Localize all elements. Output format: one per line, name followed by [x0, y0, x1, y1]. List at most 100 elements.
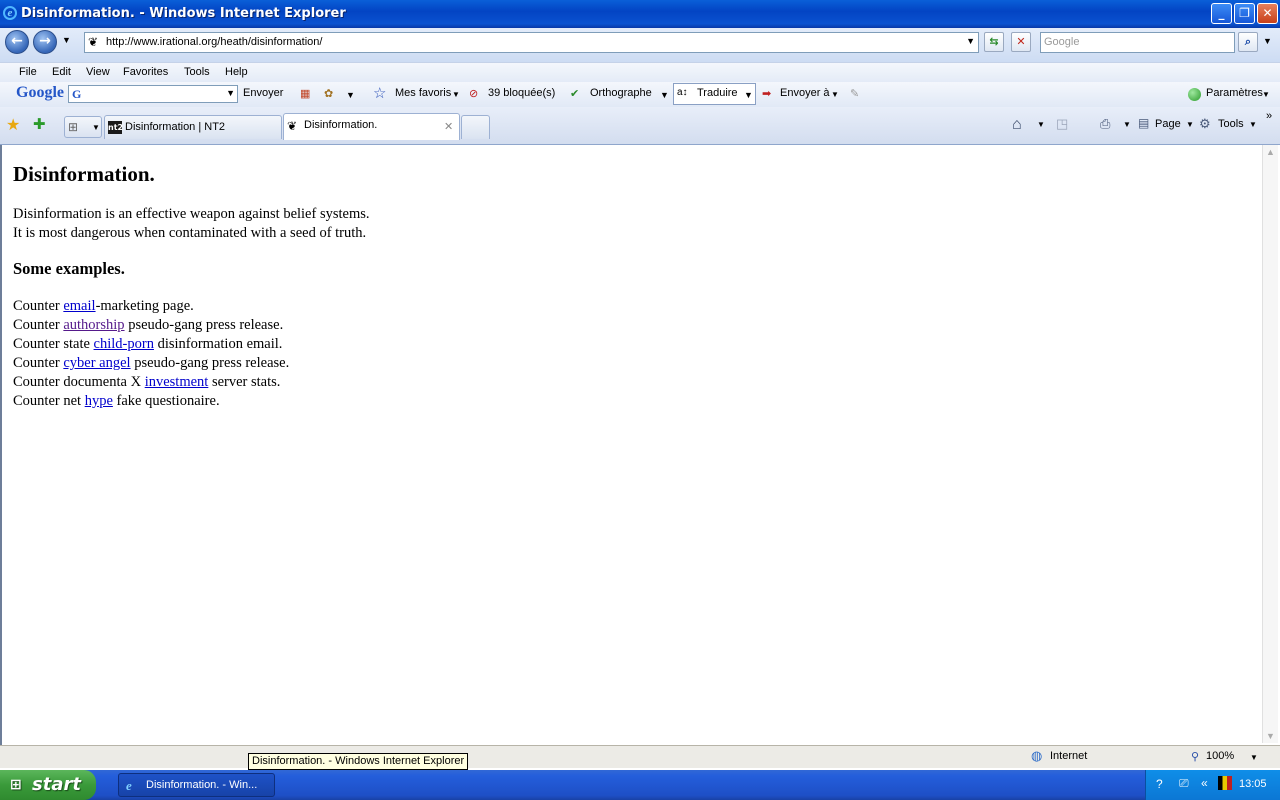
- clock[interactable]: 13:05: [1239, 778, 1267, 790]
- page-viewport: Disinformation. Disinformation is an eff…: [0, 145, 1280, 745]
- tab-disinformation[interactable]: ❦ Disinformation. ✕: [283, 113, 460, 140]
- page-title: Disinformation.: [13, 162, 155, 186]
- highlighter-icon[interactable]: ✎: [850, 87, 859, 100]
- irational-favicon-icon: ❦: [287, 119, 298, 133]
- window-title: Disinformation. - Windows Internet Explo…: [21, 6, 346, 21]
- tools-menu-button[interactable]: Tools: [1218, 118, 1244, 130]
- translate-icon: a↕: [677, 87, 688, 98]
- zoom-icon: ⚲: [1191, 751, 1200, 763]
- example-row: Counter cyber angel pseudo-gang press re…: [13, 354, 370, 373]
- refresh-button[interactable]: ⇆: [984, 32, 1004, 52]
- spellcheck-button[interactable]: Orthographe: [590, 87, 652, 99]
- tab-list-dropdown-icon[interactable]: ▼: [92, 123, 100, 132]
- link-child-porn[interactable]: child-porn: [94, 336, 154, 352]
- send-to-dropdown-icon[interactable]: ▼: [831, 90, 839, 99]
- taskbar-item-ie[interactable]: e Disinformation. - Win...: [118, 773, 275, 797]
- recent-pages-dropdown-icon[interactable]: ▼: [62, 35, 71, 45]
- scroll-down-icon[interactable]: ▼: [1266, 731, 1275, 741]
- menu-favorites[interactable]: Favorites: [123, 66, 168, 78]
- menu-view[interactable]: View: [86, 66, 110, 78]
- google-logo: Google: [16, 84, 64, 101]
- close-tab-icon[interactable]: ✕: [444, 120, 453, 133]
- start-button[interactable]: ⊞ start: [0, 770, 96, 800]
- quick-tabs-icon: ⊞: [68, 120, 79, 134]
- menu-tools[interactable]: Tools: [184, 66, 210, 78]
- link-hype[interactable]: hype: [85, 393, 113, 409]
- menu-bar: File Edit View Favorites Tools Help: [0, 62, 1280, 82]
- language-flag-icon[interactable]: [1218, 776, 1232, 790]
- link-email[interactable]: email: [63, 298, 95, 314]
- close-button[interactable]: ✕: [1257, 3, 1278, 24]
- home-dropdown-icon[interactable]: ▼: [1037, 120, 1045, 129]
- popup-icon[interactable]: ✿: [324, 87, 333, 100]
- search-button[interactable]: ⌕: [1238, 32, 1258, 52]
- menu-edit[interactable]: Edit: [52, 66, 71, 78]
- favorites-center-icon[interactable]: ★: [6, 115, 20, 135]
- back-arrow-tray-icon[interactable]: «: [1201, 776, 1208, 790]
- home-icon[interactable]: ⌂: [1012, 116, 1022, 134]
- page-icon: ▤: [1138, 116, 1150, 130]
- tab-label: Disinformation.: [304, 119, 378, 131]
- quick-tabs-button[interactable]: ⊞ ▼: [64, 116, 102, 138]
- news-icon[interactable]: ▦: [300, 87, 310, 100]
- link-cyber-angel[interactable]: cyber angel: [63, 355, 130, 371]
- link-investment[interactable]: investment: [145, 374, 209, 390]
- scroll-up-icon[interactable]: ▲: [1266, 147, 1275, 157]
- tools-dropdown-icon[interactable]: ▼: [1249, 120, 1257, 129]
- add-favorite-icon[interactable]: ✚: [33, 115, 46, 133]
- google-dropdown-icon[interactable]: ▼: [226, 88, 235, 98]
- menu-file[interactable]: File: [19, 66, 37, 78]
- popup-blocked-count[interactable]: 39 bloquée(s): [488, 87, 555, 99]
- address-dropdown-icon[interactable]: ▼: [966, 36, 975, 46]
- popup-dropdown-icon[interactable]: ▼: [346, 90, 355, 100]
- rss-feed-icon[interactable]: ◳: [1056, 116, 1068, 132]
- zoom-level[interactable]: 100%: [1206, 750, 1234, 762]
- example-text: disinformation email.: [153, 336, 283, 352]
- favorites-button[interactable]: Mes favoris: [395, 87, 451, 99]
- print-dropdown-icon[interactable]: ▼: [1123, 120, 1131, 129]
- restore-button[interactable]: ❐: [1234, 3, 1255, 24]
- help-icon[interactable]: ?: [1156, 777, 1163, 791]
- vertical-scrollbar[interactable]: ▲ ▼: [1262, 145, 1278, 743]
- menu-help[interactable]: Help: [225, 66, 248, 78]
- address-bar-row: ← → ▼ ❦ http://www.irational.org/heath/d…: [0, 28, 1280, 62]
- forward-button[interactable]: →: [33, 30, 57, 54]
- tab-nt2[interactable]: nt2 Disinformation | NT2: [104, 115, 282, 139]
- google-search-input[interactable]: G ▼: [68, 85, 238, 103]
- stop-button[interactable]: ✕: [1011, 32, 1031, 52]
- translate-label: Traduire: [697, 87, 738, 99]
- example-row: Counter documenta X investment server st…: [13, 373, 370, 392]
- more-tools-icon[interactable]: »: [1266, 110, 1272, 122]
- settings-button[interactable]: Paramètres: [1206, 87, 1263, 99]
- network-icon[interactable]: ⎚: [1179, 776, 1189, 791]
- address-input[interactable]: ❦ http://www.irational.org/heath/disinfo…: [84, 32, 979, 53]
- favorites-dropdown-icon[interactable]: ▼: [452, 90, 460, 99]
- example-text: Counter: [13, 355, 64, 371]
- back-button[interactable]: ←: [5, 30, 29, 54]
- send-to-button[interactable]: Envoyer à: [780, 87, 830, 99]
- translate-dropdown-icon[interactable]: ▼: [744, 90, 753, 100]
- search-input[interactable]: Google: [1040, 32, 1235, 53]
- intro-line-2: It is most dangerous when contaminated w…: [13, 225, 367, 241]
- spellcheck-dropdown-icon[interactable]: ▼: [660, 90, 669, 100]
- page-dropdown-icon[interactable]: ▼: [1186, 120, 1194, 129]
- link-authorship[interactable]: authorship: [63, 317, 124, 333]
- google-send-button[interactable]: Envoyer: [243, 87, 283, 99]
- start-label: start: [32, 774, 81, 795]
- minimize-button[interactable]: _: [1211, 3, 1232, 24]
- settings-dropdown-icon[interactable]: ▼: [1262, 90, 1270, 99]
- new-tab-button[interactable]: [461, 115, 490, 139]
- search-options-icon[interactable]: ▼: [1263, 36, 1272, 46]
- security-zone[interactable]: Internet: [1050, 750, 1087, 762]
- tools-gear-icon: ⚙: [1199, 116, 1211, 131]
- nt2-favicon-icon: nt2: [108, 121, 124, 134]
- tab-bar: ★ ✚ ⊞ ▼ nt2 Disinformation | NT2 ❦ Disin…: [0, 107, 1280, 145]
- ie-logo-icon: e: [3, 6, 17, 20]
- print-icon[interactable]: ⎙: [1100, 116, 1110, 132]
- zoom-dropdown-icon[interactable]: ▼: [1250, 753, 1258, 762]
- window-title-bar[interactable]: e Disinformation. - Windows Internet Exp…: [0, 0, 1280, 28]
- page-menu-button[interactable]: Page: [1155, 118, 1181, 130]
- taskbar-item-label: Disinformation. - Win...: [146, 779, 258, 791]
- translate-button[interactable]: a↕ Traduire ▼: [673, 83, 756, 105]
- example-row: Counter authorship pseudo-gang press rel…: [13, 316, 370, 335]
